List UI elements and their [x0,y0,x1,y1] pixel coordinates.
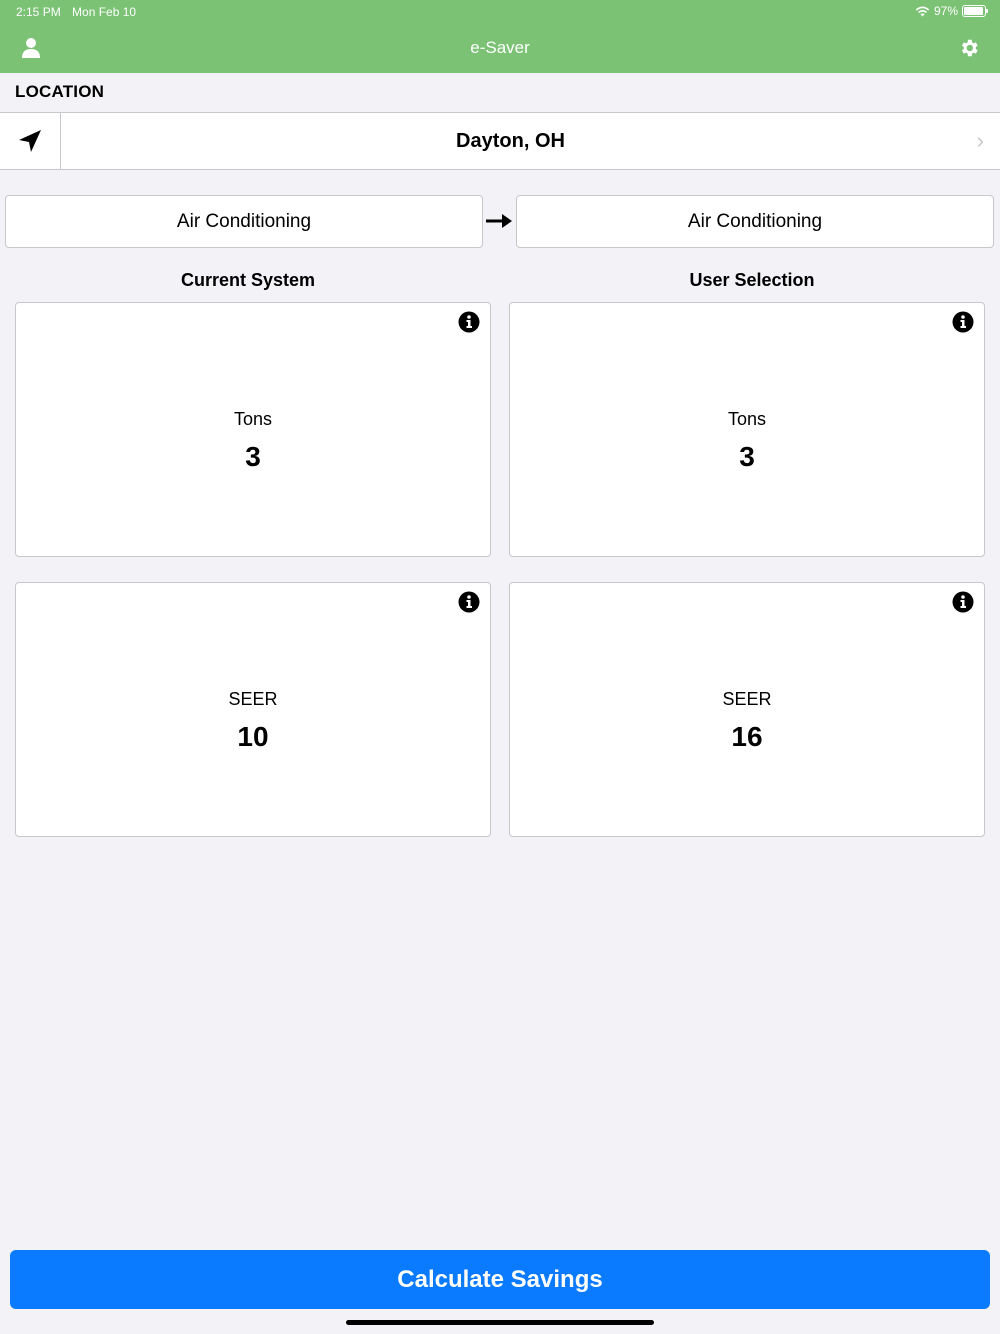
status-bar-left: 2:15 PM Mon Feb 10 [16,5,144,19]
home-indicator [346,1320,654,1325]
current-system-type-button[interactable]: Air Conditioning [5,195,483,248]
info-icon[interactable] [952,591,974,613]
info-icon[interactable] [458,591,480,613]
status-bar-right: 97% [915,4,988,18]
current-tons-card[interactable]: Tons 3 [15,302,491,557]
user-selection-title: User Selection [689,270,815,290]
location-city[interactable]: Dayton, OH [61,113,960,169]
card-label: Tons [233,409,273,429]
card-value: 10 [237,721,269,752]
navigation-bar: 2:15 PM Mon Feb 10 97% e-Saver [0,0,1000,73]
location-row[interactable]: Dayton, OH › [0,112,1000,170]
battery-percent: 97% [933,4,958,18]
user-tons-card[interactable]: Tons 3 [509,302,985,557]
location-section-label: LOCATION [15,82,105,101]
card-label: SEER [228,689,278,709]
gear-icon[interactable] [958,37,980,59]
app-title: e-Saver [470,38,530,57]
info-icon[interactable] [458,311,480,333]
arrow-right-icon [486,214,512,228]
info-icon[interactable] [952,311,974,333]
user-seer-card[interactable]: SEER 16 [509,582,985,837]
battery-icon [962,5,988,17]
new-system-type-button[interactable]: Air Conditioning [516,195,994,248]
current-system-title: Current System [180,270,316,290]
status-time: 2:15 PM [16,5,61,19]
current-seer-card[interactable]: SEER 10 [15,582,491,837]
battery-level [964,7,984,15]
card-label: SEER [722,689,772,709]
wifi-icon [915,6,930,16]
status-date: Mon Feb 10 [72,5,137,19]
current-location-button[interactable] [0,113,61,169]
card-label: Tons [727,409,767,429]
chevron-right-icon: › [976,128,984,153]
card-value: 3 [245,441,261,472]
card-value: 3 [739,441,755,472]
card-value: 16 [731,721,763,752]
location-arrow-icon [19,130,41,152]
calculate-savings-button[interactable]: Calculate Savings [10,1250,990,1309]
